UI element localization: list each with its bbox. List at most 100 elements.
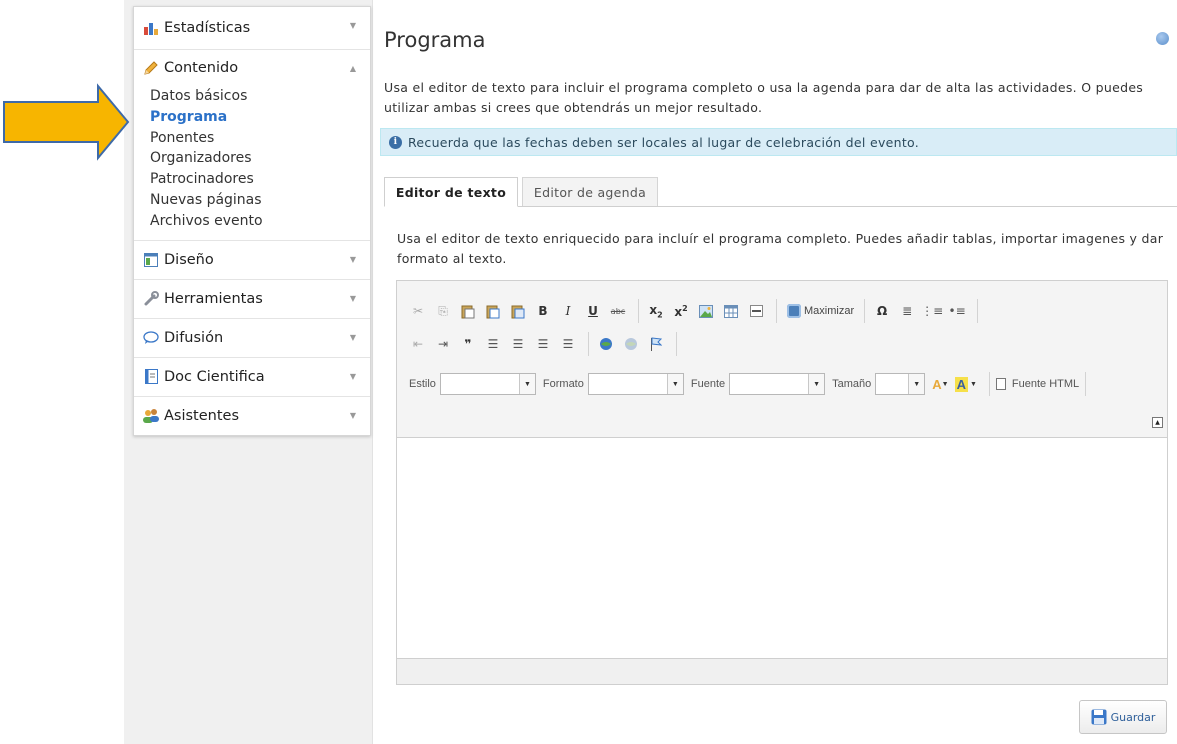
bulleted-list-icon[interactable]: •≡	[946, 300, 968, 322]
size-select[interactable]: ▼	[875, 373, 926, 395]
sidebar-section-diseno[interactable]: Diseño ▼	[134, 241, 370, 280]
toolbar-separator	[988, 372, 990, 396]
image-icon[interactable]	[695, 300, 717, 322]
editor-content-area[interactable]	[397, 438, 1167, 660]
background-color-icon: A	[954, 376, 968, 392]
sidebar-section-difusion[interactable]: Difusión ▼	[134, 319, 370, 358]
bar-chart-icon	[142, 20, 160, 36]
background-color-button[interactable]: A ▼	[954, 376, 977, 392]
floppy-disk-icon	[1091, 709, 1107, 725]
style-label: Estilo	[409, 378, 436, 390]
toolbar-separator	[676, 332, 677, 356]
toolbar-separator	[588, 332, 589, 356]
chevron-down-icon: ▼	[808, 374, 825, 394]
editor-status-bar	[397, 658, 1167, 684]
blockquote-icon[interactable]: ❞	[457, 333, 479, 355]
copy-icon[interactable]: ⎘	[432, 300, 454, 322]
chevron-down-icon: ▼	[349, 21, 356, 30]
font-select[interactable]: ▼	[729, 373, 826, 395]
sidebar-section-label: Difusión	[164, 329, 224, 346]
cut-icon[interactable]: ✂	[407, 300, 429, 322]
align-right-icon[interactable]: ☰	[532, 333, 554, 355]
chevron-down-icon: ▼	[349, 254, 356, 264]
users-icon	[142, 408, 160, 424]
sidebar-item-ponentes[interactable]: Ponentes	[150, 128, 370, 149]
sidebar-section-herramientas[interactable]: Herramientas ▼	[134, 280, 370, 319]
chevron-down-icon: ▼	[908, 374, 925, 394]
sidebar-section-label: Estadísticas	[164, 20, 251, 36]
horizontal-rule-icon[interactable]	[745, 300, 767, 322]
sidebar-section-label: Herramientas	[164, 290, 263, 307]
sidebar-item-organizadores[interactable]: Organizadores	[150, 148, 370, 169]
link-icon[interactable]	[595, 333, 617, 355]
collapse-toolbar-icon[interactable]: ▲	[1152, 417, 1163, 428]
toolbar-row-1: ✂ ⎘ B I U abc x2 x2 Maximizar Ω ≣ ⋮≡ •≡	[407, 298, 984, 324]
toolbar-row-3: Estilo ▼ Formato ▼ Fuente ▼ Tamaño ▼ A ▼ …	[409, 371, 1092, 397]
unlink-icon[interactable]	[620, 333, 642, 355]
tab-editor-de-agenda[interactable]: Editor de agenda	[522, 177, 658, 206]
subscript-icon[interactable]: x2	[645, 300, 667, 322]
special-char-icon[interactable]: Ω	[871, 300, 893, 322]
sidebar-section-contenido[interactable]: Contenido ▲	[134, 50, 370, 86]
paste-text-icon[interactable]	[482, 300, 504, 322]
italic-icon[interactable]: I	[557, 300, 579, 322]
sidebar-menu: Estadísticas ▼ Contenido ▲ Datos básicos…	[133, 6, 371, 436]
rich-text-editor: ✂ ⎘ B I U abc x2 x2 Maximizar Ω ≣ ⋮≡ •≡ …	[396, 280, 1168, 685]
numbered-list-icon[interactable]: ⋮≡	[921, 300, 943, 322]
save-button[interactable]: Guardar	[1079, 700, 1167, 734]
chevron-down-icon: ▼	[666, 374, 683, 394]
editor-toolbar: ✂ ⎘ B I U abc x2 x2 Maximizar Ω ≣ ⋮≡ •≡ …	[397, 281, 1167, 438]
align-justify-icon[interactable]: ☰	[557, 333, 579, 355]
chevron-down-icon: ▼	[349, 410, 356, 420]
page-break-icon[interactable]: ≣	[896, 300, 918, 322]
underline-icon[interactable]: U	[582, 300, 604, 322]
chevron-down-icon: ▼	[518, 374, 535, 394]
source-html-button[interactable]: Fuente HTML	[995, 378, 1080, 390]
wrench-icon	[142, 290, 160, 307]
alert-text: Recuerda que las fechas deben ser locale…	[408, 134, 920, 150]
sidebar-item-nuevas-paginas[interactable]: Nuevas páginas	[150, 190, 370, 211]
sidebar-item-archivos-evento[interactable]: Archivos evento	[150, 211, 370, 232]
info-icon: i	[389, 135, 402, 149]
page-title: Programa	[384, 28, 486, 52]
align-left-icon[interactable]: ☰	[482, 333, 504, 355]
info-alert: i Recuerda que las fechas deben ser loca…	[380, 128, 1177, 156]
toolbar-separator	[776, 299, 777, 323]
toolbar-separator	[1085, 372, 1087, 396]
indent-icon[interactable]: ⇥	[432, 333, 454, 355]
paste-icon[interactable]	[457, 300, 479, 322]
toolbar-separator	[977, 299, 979, 323]
sidebar-item-datos-basicos[interactable]: Datos básicos	[150, 86, 370, 107]
maximize-button[interactable]: Maximizar	[783, 304, 858, 318]
chevron-down-icon: ▼	[349, 293, 356, 303]
layout-icon	[142, 252, 160, 268]
sidebar-section-label: Doc Cientifica	[164, 368, 265, 385]
superscript-icon[interactable]: x2	[670, 300, 692, 322]
source-html-label: Fuente HTML	[1011, 378, 1080, 390]
contenido-submenu: Datos básicos Programa Ponentes Organiza…	[134, 86, 370, 241]
editor-tabs: Editor de texto Editor de agenda	[384, 177, 1177, 207]
align-center-icon[interactable]: ☰	[507, 333, 529, 355]
table-icon[interactable]	[720, 300, 742, 322]
chevron-down-icon: ▼	[349, 332, 356, 342]
font-label: Fuente	[690, 378, 726, 390]
pointer-arrow-icon	[3, 83, 130, 161]
help-icon[interactable]	[1156, 32, 1169, 45]
toolbar-separator	[638, 299, 639, 323]
paste-word-icon[interactable]	[507, 300, 529, 322]
sidebar-item-patrocinadores[interactable]: Patrocinadores	[150, 169, 370, 190]
bold-icon[interactable]: B	[532, 300, 554, 322]
sidebar-section-asistentes[interactable]: Asistentes ▼	[134, 397, 370, 435]
anchor-flag-icon[interactable]	[645, 333, 667, 355]
sidebar-section-doc-cientifica[interactable]: Doc Cientifica ▼	[134, 358, 370, 397]
maximize-label: Maximizar	[804, 305, 855, 317]
text-color-button[interactable]: A ▼	[932, 377, 948, 392]
save-label: Guardar	[1110, 710, 1156, 724]
outdent-icon[interactable]: ⇤	[407, 333, 429, 355]
tab-editor-de-texto[interactable]: Editor de texto	[384, 177, 518, 207]
sidebar-section-estadisticas[interactable]: Estadísticas ▼	[134, 7, 370, 50]
style-select[interactable]: ▼	[439, 373, 536, 395]
sidebar-item-programa[interactable]: Programa	[150, 107, 370, 128]
strikethrough-icon[interactable]: abc	[607, 300, 629, 322]
format-select[interactable]: ▼	[587, 373, 684, 395]
